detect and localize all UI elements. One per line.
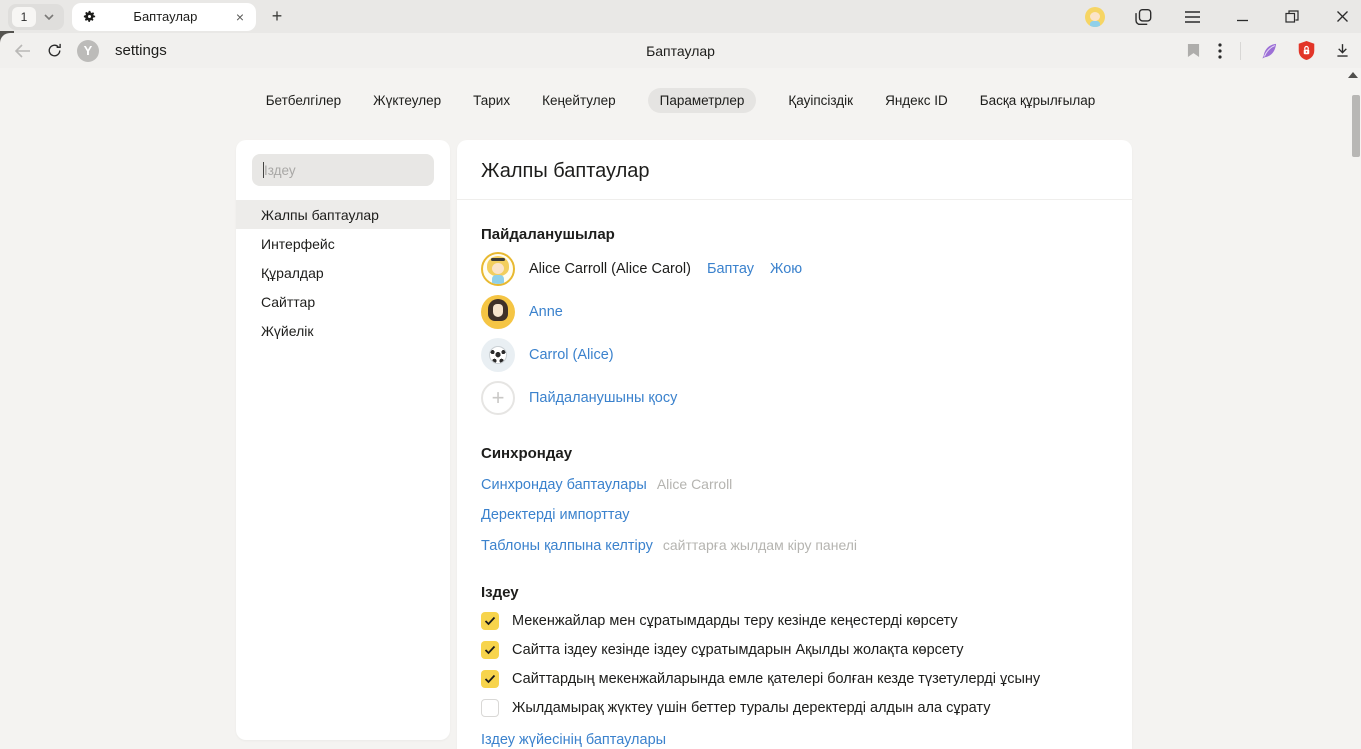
reload-icon[interactable] (46, 42, 63, 59)
user-name: Alice Carroll (Alice Carol) (529, 261, 691, 277)
option-label: Жылдамырақ жүктеу үшін беттер туралы дер… (512, 700, 990, 716)
menu-hamburger-icon[interactable] (1179, 4, 1205, 30)
settings-sidebar: Жалпы баптаулар Интерфейс Құралдар Сайтт… (236, 140, 450, 740)
search-option-row: Сайтта іздеу кезінде іздеу сұратымдарын … (481, 641, 1108, 659)
nav-tab-yandex-id[interactable]: Яндекс ID (885, 88, 948, 113)
browser-tab[interactable]: Баптаулар × (72, 3, 256, 31)
nav-tab-extensions[interactable]: Кеңейтулер (542, 88, 616, 113)
add-user-link[interactable]: Пайдаланушыны қосу (529, 390, 677, 406)
add-user-row[interactable]: + Пайдаланушыны қосу (481, 381, 1108, 415)
download-icon[interactable] (1334, 42, 1351, 59)
user-avatar-soccer-icon (481, 338, 515, 372)
checkbox-checked[interactable] (481, 641, 499, 659)
sidebar-item-sites[interactable]: Сайттар (236, 287, 450, 316)
user-row: Alice Carroll (Alice Carol) Баптау Жою (481, 252, 1108, 286)
nav-tab-security[interactable]: Қауіпсіздік (788, 88, 853, 113)
minimize-button[interactable] (1229, 4, 1255, 30)
profile-avatar[interactable] (1085, 7, 1105, 27)
new-tab-button[interactable]: + (264, 4, 290, 30)
tab-group-control[interactable]: 1 (8, 4, 64, 30)
bookmark-flag-icon[interactable] (1187, 43, 1200, 58)
nav-tab-other-devices[interactable]: Басқа құрылғылар (980, 88, 1096, 113)
checkbox-unchecked[interactable] (481, 699, 499, 717)
scrollbar-up-arrow[interactable] (1348, 72, 1358, 78)
user-avatar-anne-icon (481, 295, 515, 329)
toolbar-divider (1240, 42, 1241, 60)
site-badge-icon[interactable]: Y (77, 40, 99, 62)
close-tab-icon[interactable]: × (234, 9, 246, 25)
avatar-dress (1090, 21, 1100, 27)
search-option-row: Жылдамырақ жүктеу үшін беттер туралы дер… (481, 699, 1108, 717)
option-label: Сайтта іздеу кезінде іздеу сұратымдарын … (512, 642, 964, 658)
sync-settings-link[interactable]: Синхрондау баптаулары (481, 477, 647, 493)
tab-count-badge[interactable]: 1 (12, 7, 36, 27)
nav-tab-downloads[interactable]: Жүктеулер (373, 88, 441, 113)
address-bar[interactable]: Y settings Баптаулар (0, 33, 1361, 68)
kebab-menu-icon[interactable] (1218, 43, 1222, 59)
nav-tab-bookmarks[interactable]: Бетбелгілер (266, 88, 341, 113)
sidebar-item-interface[interactable]: Интерфейс (236, 229, 450, 258)
user-row: Anne (481, 295, 1108, 329)
search-option-row: Сайттардың мекенжайларында емле қателері… (481, 670, 1108, 688)
sync-row: Деректерді импорттау (481, 507, 1108, 523)
search-engine-settings-link[interactable]: Іздеу жүйесінің баптаулары (481, 732, 666, 748)
feather-extension-icon[interactable] (1259, 41, 1279, 61)
sidebar-item-system[interactable]: Жүйелік (236, 316, 450, 345)
sync-row: Таблоны қалпына келтіру сайттарға жылдам… (481, 537, 1108, 554)
search-input[interactable] (252, 154, 434, 186)
option-label: Сайттардың мекенжайларында емле қателері… (512, 671, 1040, 687)
option-label: Мекенжайлар мен сұратымдарды теру кезінд… (512, 613, 958, 629)
settings-content: Жалпы баптаулар Пайдаланушылар Alice Car… (457, 140, 1132, 749)
sync-heading: Синхрондау (481, 445, 1108, 462)
sidebar-item-tools[interactable]: Құралдар (236, 258, 450, 287)
search-heading: Іздеу (481, 584, 1108, 601)
add-user-plus-icon[interactable]: + (481, 381, 515, 415)
tab-title: Баптаулар (97, 9, 234, 24)
user-link[interactable]: Anne (529, 304, 563, 320)
avatar-face (1090, 12, 1100, 21)
sync-row: Синхрондау баптаулары Alice Carroll (481, 476, 1108, 493)
tableau-note: сайттарға жылдам кіру панелі (663, 537, 857, 553)
address-bar-page-title: Баптаулар (0, 43, 1361, 59)
settings-nav: Бетбелгілер Жүктеулер Тарих Кеңейтулер П… (0, 88, 1361, 113)
import-data-link[interactable]: Деректерді импорттау (481, 507, 630, 523)
nav-tab-settings[interactable]: Параметрлер (648, 88, 757, 113)
side-panels-icon[interactable] (1129, 4, 1155, 30)
user-configure-link[interactable]: Баптау (707, 261, 754, 277)
user-link[interactable]: Carrol (Alice) (529, 347, 614, 363)
restore-tableau-link[interactable]: Таблоны қалпына келтіру (481, 538, 653, 554)
chevron-down-icon[interactable] (44, 14, 54, 20)
titlebar: 1 Баптаулар × + (0, 0, 1361, 33)
checkbox-checked[interactable] (481, 612, 499, 630)
sync-account-note: Alice Carroll (657, 476, 732, 492)
url-text[interactable]: settings (115, 42, 167, 59)
users-heading: Пайдаланушылар (481, 226, 1108, 243)
search-option-row: Мекенжайлар мен сұратымдарды теру кезінд… (481, 612, 1108, 630)
nav-tab-history[interactable]: Тарих (473, 88, 510, 113)
text-caret (263, 162, 264, 178)
page-title: Жалпы баптаулар (481, 160, 1108, 183)
protect-shield-icon[interactable] (1297, 40, 1316, 61)
restore-window-button[interactable] (1279, 4, 1305, 30)
page-scrollbar[interactable] (1352, 68, 1361, 749)
user-avatar-alice-icon (481, 252, 515, 286)
user-remove-link[interactable]: Жою (770, 261, 802, 277)
checkbox-checked[interactable] (481, 670, 499, 688)
sidebar-item-general[interactable]: Жалпы баптаулар (236, 200, 450, 229)
back-icon[interactable] (14, 43, 32, 59)
user-row: Carrol (Alice) (481, 338, 1108, 372)
close-window-button[interactable] (1329, 4, 1355, 30)
gear-icon (82, 9, 97, 24)
